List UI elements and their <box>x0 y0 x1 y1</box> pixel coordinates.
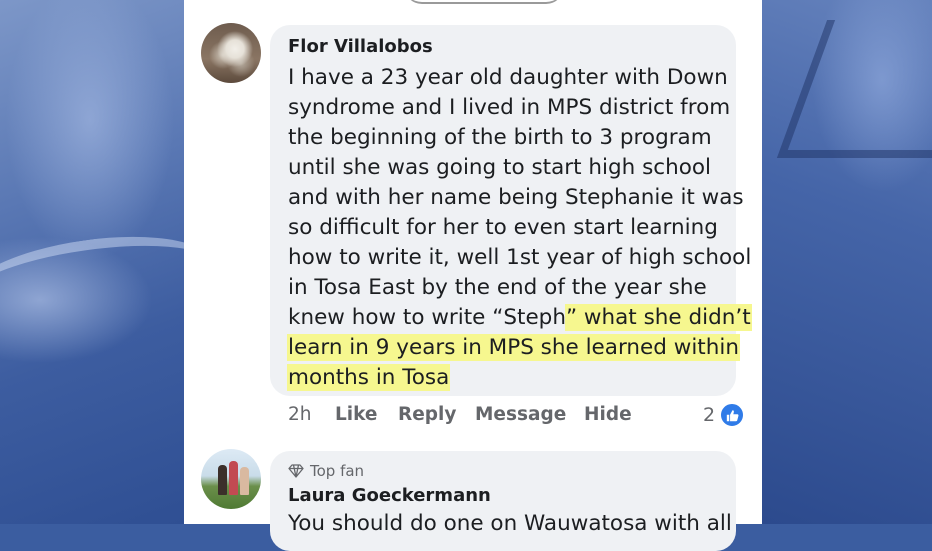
background-right <box>762 0 932 524</box>
comment-line-text: knew how to write “Steph <box>288 305 566 330</box>
comment-line: syndrome and I lived in MPS district fro… <box>288 95 731 120</box>
top-fan-badge: Top fan <box>288 462 364 480</box>
comments-panel: Flor Villalobos I have a 23 year old dau… <box>184 0 762 551</box>
avatar[interactable] <box>201 449 261 509</box>
comment-line: how to write it, well 1st year of high s… <box>288 245 752 270</box>
top-fan-label: Top fan <box>310 462 365 480</box>
comment-line: until she was going to start high school <box>288 155 711 180</box>
comment-author[interactable]: Flor Villalobos <box>288 36 433 57</box>
highlighted-text: learn in 9 years in MPS she learned with… <box>288 335 739 360</box>
comment-line: and with her name being Stephanie it was <box>288 185 744 210</box>
comment-actions: 2h Like Reply Message Hide <box>288 401 748 431</box>
comment-line: knew how to write “Steph” what she didn’… <box>288 303 751 333</box>
comment-line: months in Tosa <box>288 363 728 393</box>
message-button[interactable]: Message <box>475 404 566 425</box>
hide-button[interactable]: Hide <box>584 404 632 425</box>
comment-text: I have a 23 year old daughter with Down … <box>288 63 752 393</box>
highlighted-text: ” what she didn’t <box>565 305 751 330</box>
highlighted-text: months in Tosa <box>288 365 450 390</box>
reaction-count: 2 <box>703 404 716 426</box>
comment-line: so difficult for her to even start learn… <box>288 215 718 240</box>
like-button[interactable]: Like <box>335 404 377 425</box>
comment-author[interactable]: Laura Goeckermann <box>288 485 491 506</box>
comment-timestamp[interactable]: 2h <box>288 404 312 425</box>
comment-bubble: Flor Villalobos I have a 23 year old dau… <box>270 25 752 396</box>
diamond-icon <box>288 464 304 478</box>
comment-line: the beginning of the birth to 3 program <box>288 125 712 150</box>
comment-bubble: Top fan Laura Goeckermann You should do … <box>270 451 736 551</box>
avatar[interactable] <box>201 23 261 83</box>
reply-button[interactable]: Reply <box>398 404 456 425</box>
thumbs-up-icon <box>720 403 745 427</box>
cut-off-text-above <box>404 0 564 4</box>
reaction-summary[interactable]: 2 <box>703 402 745 428</box>
comment-line: learn in 9 years in MPS she learned with… <box>288 333 739 363</box>
comment-line: I have a 23 year old daughter with Down <box>288 65 728 90</box>
comment-line: in Tosa East by the end of the year she <box>288 275 707 300</box>
background-left <box>0 0 184 524</box>
